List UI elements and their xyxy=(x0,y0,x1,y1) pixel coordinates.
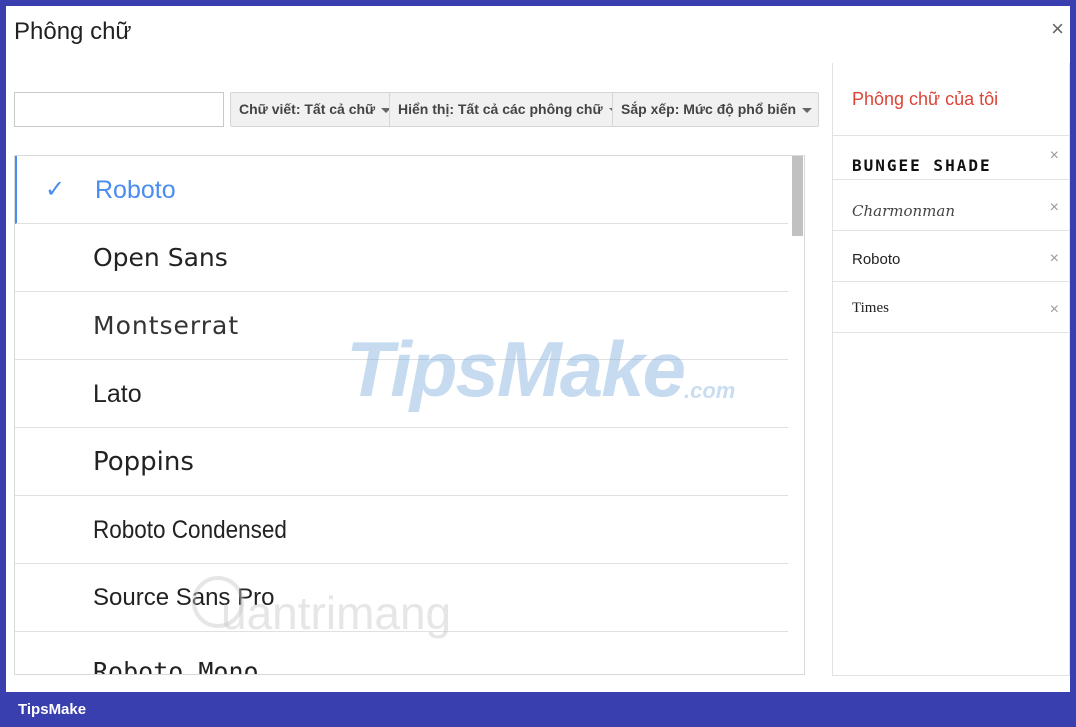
font-dialog: Phông chữ × Chữ viết: Tất cả chữ Hiển th… xyxy=(6,6,1070,692)
my-font-label: Roboto xyxy=(852,251,901,268)
watermark-logo: TipsMake xyxy=(346,325,686,413)
remove-icon[interactable]: × xyxy=(1050,302,1059,318)
font-name: Open Sans xyxy=(93,243,228,272)
font-name: Roboto xyxy=(95,176,176,204)
footer-brand: TipsMake xyxy=(18,701,87,718)
remove-icon[interactable]: × xyxy=(1050,251,1059,267)
my-fonts-panel: Phông chữ của tôi BUNGEE SHADE × Charmon… xyxy=(832,63,1070,676)
font-name: Poppins xyxy=(93,447,194,477)
script-filter-label: Chữ viết: Tất cả chữ xyxy=(239,101,376,117)
font-name: Lato xyxy=(93,380,142,408)
font-row-roboto-condensed[interactable]: Roboto Condensed xyxy=(15,496,788,564)
my-fonts-header: Phông chữ của tôi xyxy=(833,63,1070,136)
my-font-label: BUNGEE SHADE xyxy=(852,156,992,175)
my-font-label: Charmonman xyxy=(852,202,955,220)
my-font-item[interactable]: Times × xyxy=(833,282,1070,333)
show-filter-dropdown[interactable]: Hiển thị: Tất cả các phông chữ xyxy=(389,92,626,127)
sort-label: Sắp xếp: Mức độ phổ biến xyxy=(621,101,797,117)
footer-bar: TipsMake xyxy=(0,692,1076,727)
font-row-open-sans[interactable]: Open Sans xyxy=(15,224,788,292)
font-search-input[interactable] xyxy=(14,92,224,127)
close-icon[interactable]: × xyxy=(1051,18,1064,40)
my-font-label: Times xyxy=(852,300,889,316)
watermark-secondary: uantrimang xyxy=(221,587,452,639)
my-font-item[interactable]: BUNGEE SHADE × xyxy=(833,136,1070,180)
font-row-roboto[interactable]: ✓ Roboto xyxy=(15,156,788,224)
dialog-title: Phông chữ xyxy=(14,18,132,45)
remove-icon[interactable]: × xyxy=(1050,148,1059,164)
my-font-item[interactable]: Roboto × xyxy=(833,231,1070,282)
font-name: Roboto Condensed xyxy=(93,516,287,544)
show-filter-label: Hiển thị: Tất cả các phông chữ xyxy=(398,101,603,117)
font-row-poppins[interactable]: Poppins xyxy=(15,428,788,496)
sort-dropdown[interactable]: Sắp xếp: Mức độ phổ biến xyxy=(612,92,820,127)
check-icon: ✓ xyxy=(45,176,66,203)
my-font-item[interactable]: Charmonman × xyxy=(833,180,1070,231)
script-filter-dropdown[interactable]: Chữ viết: Tất cả chữ xyxy=(230,92,399,127)
remove-icon[interactable]: × xyxy=(1050,200,1059,216)
scrollbar-thumb[interactable] xyxy=(792,156,803,236)
watermark-suffix: .com xyxy=(684,378,736,403)
my-fonts-title: Phông chữ của tôi xyxy=(852,89,999,109)
chevron-down-icon xyxy=(802,108,813,113)
font-name: Montserrat xyxy=(93,311,240,340)
font-name: Roboto Mono xyxy=(93,657,259,675)
